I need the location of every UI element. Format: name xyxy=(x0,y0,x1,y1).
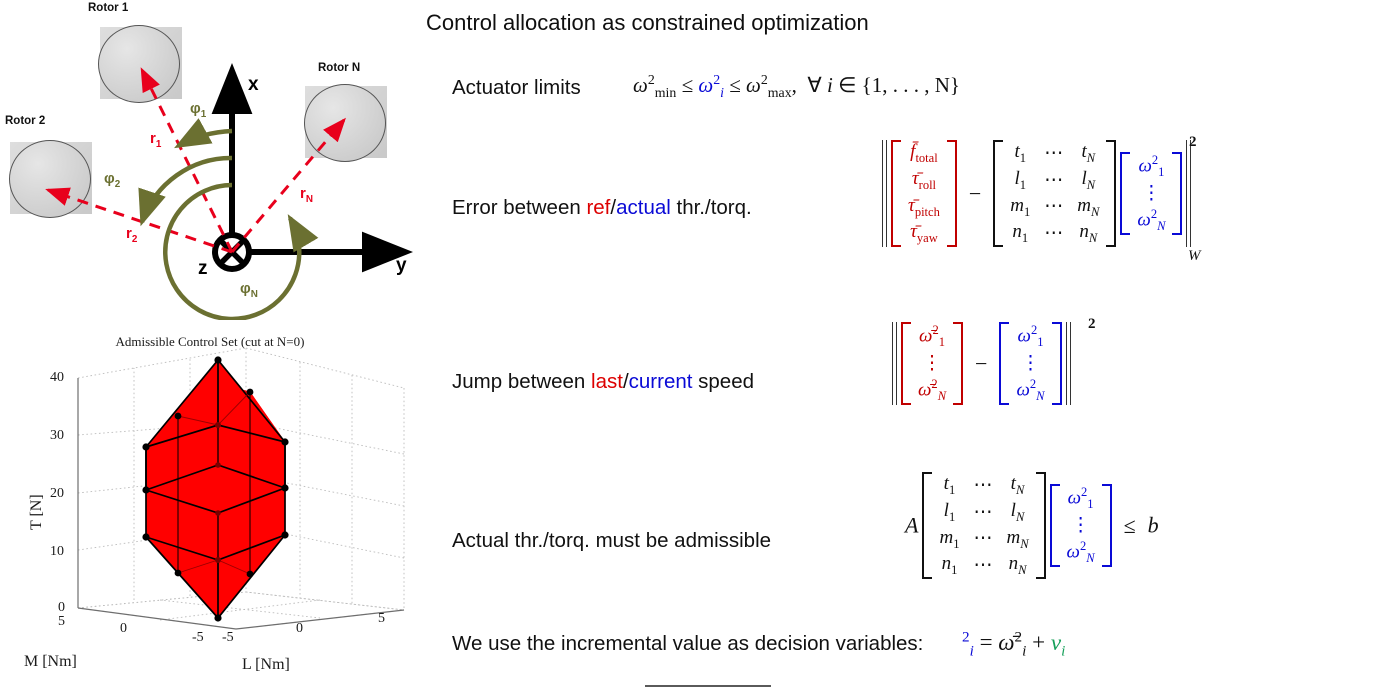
last-keyword: last xyxy=(591,370,623,393)
norm-exponent-2: 2 xyxy=(1088,316,1096,332)
xtick-0: 0 xyxy=(120,621,127,636)
omega-squared-vector-2: ω21 ⋮ ω2N xyxy=(999,322,1062,406)
norm-exponent-1: 2 xyxy=(1189,134,1197,150)
page-title: Control allocation as constrained optimi… xyxy=(426,10,869,35)
xtick-neg5: -5 xyxy=(192,630,204,645)
xtick-5: 5 xyxy=(58,614,65,629)
omega-squared-vector-1: ω21 ⋮ ω2N xyxy=(1120,151,1183,236)
ytick-neg5: -5 xyxy=(222,630,234,645)
row-label-error: Error between ref/actual thr./torq. xyxy=(452,196,752,219)
math-incremental: 2i = ω̄2i + νi xyxy=(962,628,1066,660)
math-jump-norm: ω̄21 ⋮ ω̄2N − ω21 ⋮ ω2N 2 xyxy=(892,316,1096,406)
row-label-incremental: We use the incremental value as decision… xyxy=(452,632,924,655)
ztick-20: 20 xyxy=(50,486,64,501)
current-keyword: current xyxy=(628,370,693,393)
ytick-5: 5 xyxy=(378,611,385,626)
omega-bar-squared-vector: ω̄21 ⋮ ω̄2N xyxy=(901,322,964,406)
leq-operator: ≤ xyxy=(1123,512,1136,538)
axis-label-M: M [Nm] xyxy=(24,653,77,670)
row-label-admissible: Actual thr./torq. must be admissible xyxy=(452,529,772,552)
vector-r1-label: r1 xyxy=(150,130,162,150)
vector-b-symbol: b xyxy=(1147,512,1159,538)
effectiveness-matrix: t1 ⋯ tN l1 ⋯ lN m1 ⋯ mN n1 ⋯ nN xyxy=(993,140,1117,248)
ztick-30: 30 xyxy=(50,428,64,443)
norm-subscript-W: W xyxy=(1188,248,1201,264)
minus-operator-1: − xyxy=(968,180,982,206)
matrix-A-symbol: A xyxy=(905,512,919,538)
ytick-0: 0 xyxy=(296,621,303,636)
math-error-norm: f̄total τ̄roll τ̄pitch τ̄yaw − t1 ⋯ tN l1 ⋯… xyxy=(882,134,1201,264)
axis-x-label: x xyxy=(248,74,259,95)
math-actuator-limits: ω2min ≤ ω2i ≤ ω2max, ∀ i ∈ {1, . . . , N… xyxy=(633,72,960,101)
admissible-control-set-plot: Admissible Control Set (cut at N=0) 40 3… xyxy=(0,330,420,689)
axis-label-T: T [N] xyxy=(28,494,45,530)
row-label-jump: Jump between last/current speed xyxy=(452,370,755,393)
ref-keyword: ref xyxy=(586,196,611,219)
rotor-diagram-vectors xyxy=(45,63,413,320)
row-label-actuator-limits: Actuator limits xyxy=(452,76,581,99)
angle-phi2-label: φ2 xyxy=(104,170,121,190)
omega-min-symbol: ω xyxy=(633,73,648,97)
ztick-40: 40 xyxy=(50,370,64,385)
bottom-divider xyxy=(645,685,771,687)
ztick-10: 10 xyxy=(50,544,64,559)
vector-rn-label: rN xyxy=(300,185,313,205)
omega-squared-vector-3: ω21 ⋮ ω2N xyxy=(1049,483,1112,568)
norm-brackets-W: f̄total τ̄roll τ̄pitch τ̄yaw − t1 ⋯ tN l1 ⋯… xyxy=(882,140,1192,248)
axis-y-label: y xyxy=(396,255,407,276)
omega-i-symbol: ω xyxy=(698,73,714,97)
vector-r2-label: r2 xyxy=(126,225,138,245)
norm-brackets-jump: ω̄21 ⋮ ω̄2N − ω21 ⋮ ω2N xyxy=(892,322,1071,406)
reference-wrench-vector: f̄total τ̄roll τ̄pitch τ̄yaw xyxy=(891,140,957,248)
slide-content-panel: Control allocation as constrained optimi… xyxy=(420,0,1392,689)
effectiveness-matrix-2: t1 ⋯ tN l1 ⋯ lN m1 ⋯ mN n1 ⋯ nN xyxy=(922,472,1046,580)
rotor-geometry-diagram: Rotor 1 Rotor 2 Rotor N x y z r1 r2 rN φ… xyxy=(0,0,420,320)
angle-phi1-label: φ1 xyxy=(190,100,207,120)
angle-phin-label: φN xyxy=(240,280,258,300)
math-admissible: A t1 ⋯ tN l1 ⋯ lN m1 ⋯ mN n1 ⋯ nN ω21 ⋮ ω2N ≤ b xyxy=(905,472,1159,580)
minus-operator-2: − xyxy=(975,350,988,376)
actual-keyword: actual xyxy=(616,196,671,219)
axis-label-L: L [Nm] xyxy=(242,656,290,673)
axis-z-label: z xyxy=(198,258,208,279)
